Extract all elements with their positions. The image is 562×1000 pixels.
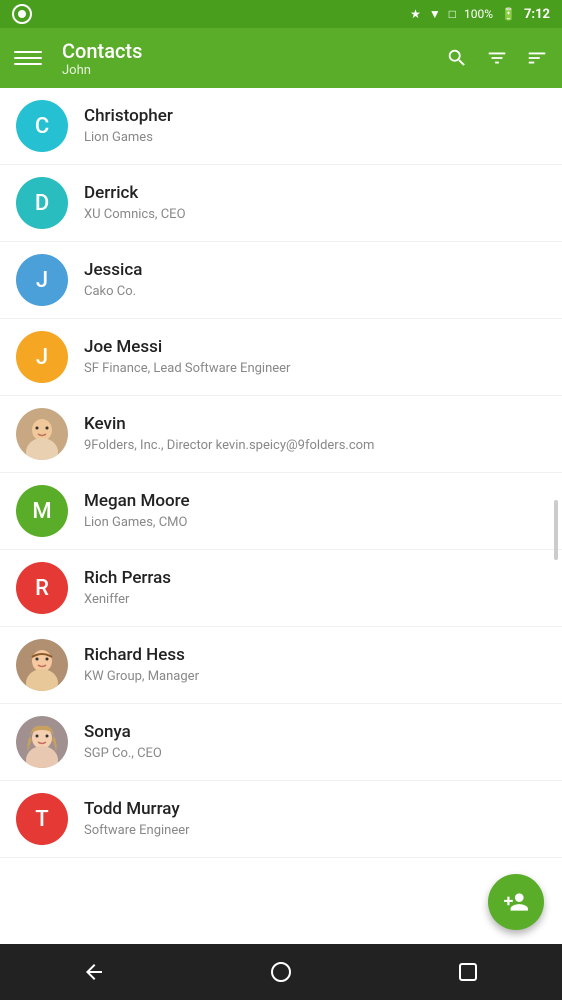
contact-name: Christopher (84, 105, 546, 127)
contact-name: Jessica (84, 259, 546, 281)
contact-detail: SGP Co., CEO (84, 745, 546, 763)
contact-info: Jessica Cako Co. (84, 259, 546, 301)
contact-item[interactable]: Sonya SGP Co., CEO (0, 704, 562, 781)
contact-detail: SF Finance, Lead Software Engineer (84, 360, 546, 378)
contact-info: Todd Murray Software Engineer (84, 798, 546, 840)
contact-name: Joe Messi (84, 336, 546, 358)
menu-button[interactable] (14, 51, 42, 65)
contact-name: Sonya (84, 721, 546, 743)
battery-percent: 100% (464, 7, 493, 21)
sort-button[interactable] (526, 47, 548, 69)
contact-item[interactable]: C Christopher Lion Games (0, 88, 562, 165)
avatar: J (16, 331, 68, 383)
battery-icon: 🔋 (501, 7, 516, 21)
contact-detail: Software Engineer (84, 822, 546, 840)
contact-item[interactable]: D Derrick XU Comnics, CEO (0, 165, 562, 242)
wifi-icon: ▼ (429, 7, 441, 21)
contact-item[interactable]: J Jessica Cako Co. (0, 242, 562, 319)
add-contact-fab[interactable] (488, 874, 544, 930)
toolbar-title-block: Contacts John (62, 39, 430, 78)
bottom-navigation (0, 944, 562, 1000)
contact-item[interactable]: M Megan Moore Lion Games, CMO (0, 473, 562, 550)
avatar: T (16, 793, 68, 845)
avatar (16, 639, 68, 691)
filter-button[interactable] (486, 47, 508, 69)
home-button[interactable] (253, 944, 309, 1000)
contact-detail: KW Group, Manager (84, 668, 546, 686)
contact-name: Richard Hess (84, 644, 546, 666)
contact-info: Megan Moore Lion Games, CMO (84, 490, 546, 532)
contact-info: Sonya SGP Co., CEO (84, 721, 546, 763)
contact-name: Megan Moore (84, 490, 546, 512)
contact-item[interactable]: Kevin 9Folders, Inc., Director kevin.spe… (0, 396, 562, 473)
contact-name: Derrick (84, 182, 546, 204)
status-indicator (12, 4, 32, 24)
search-button[interactable] (446, 47, 468, 69)
bluetooth-icon: ★ (410, 7, 421, 21)
avatar: R (16, 562, 68, 614)
contact-detail: 9Folders, Inc., Director kevin.speicy@9f… (84, 437, 546, 455)
contact-item[interactable]: J Joe Messi SF Finance, Lead Software En… (0, 319, 562, 396)
contact-info: Derrick XU Comnics, CEO (84, 182, 546, 224)
contact-list: C Christopher Lion Games D Derrick XU Co… (0, 88, 562, 944)
status-bar: ★ ▼ □ 100% 🔋 7:12 (0, 0, 562, 28)
contact-detail: Xeniffer (84, 591, 546, 609)
recents-button[interactable] (440, 944, 496, 1000)
add-person-icon (503, 889, 529, 915)
contact-info: Joe Messi SF Finance, Lead Software Engi… (84, 336, 546, 378)
contact-detail: XU Comnics, CEO (84, 206, 546, 224)
toolbar: Contacts John (0, 28, 562, 88)
contact-item[interactable]: R Rich Perras Xeniffer (0, 550, 562, 627)
contact-detail: Lion Games (84, 129, 546, 147)
contact-info: Rich Perras Xeniffer (84, 567, 546, 609)
avatar: J (16, 254, 68, 306)
contact-detail: Cako Co. (84, 283, 546, 301)
contact-info: Kevin 9Folders, Inc., Director kevin.spe… (84, 413, 546, 455)
toolbar-subtitle: John (62, 63, 430, 78)
avatar: D (16, 177, 68, 229)
avatar: M (16, 485, 68, 537)
contact-name: Kevin (84, 413, 546, 435)
contact-info: Christopher Lion Games (84, 105, 546, 147)
avatar (16, 716, 68, 768)
back-button[interactable] (66, 944, 122, 1000)
signal-icon: □ (449, 7, 456, 21)
contact-item[interactable]: T Todd Murray Software Engineer (0, 781, 562, 858)
toolbar-actions (446, 47, 548, 69)
avatar (16, 408, 68, 460)
contact-item[interactable]: Richard Hess KW Group, Manager (0, 627, 562, 704)
scrollbar[interactable] (554, 500, 558, 560)
contact-info: Richard Hess KW Group, Manager (84, 644, 546, 686)
avatar: C (16, 100, 68, 152)
contact-name: Todd Murray (84, 798, 546, 820)
contact-detail: Lion Games, CMO (84, 514, 546, 532)
contact-name: Rich Perras (84, 567, 546, 589)
status-time: 7:12 (524, 7, 550, 22)
toolbar-title: Contacts (62, 39, 430, 63)
